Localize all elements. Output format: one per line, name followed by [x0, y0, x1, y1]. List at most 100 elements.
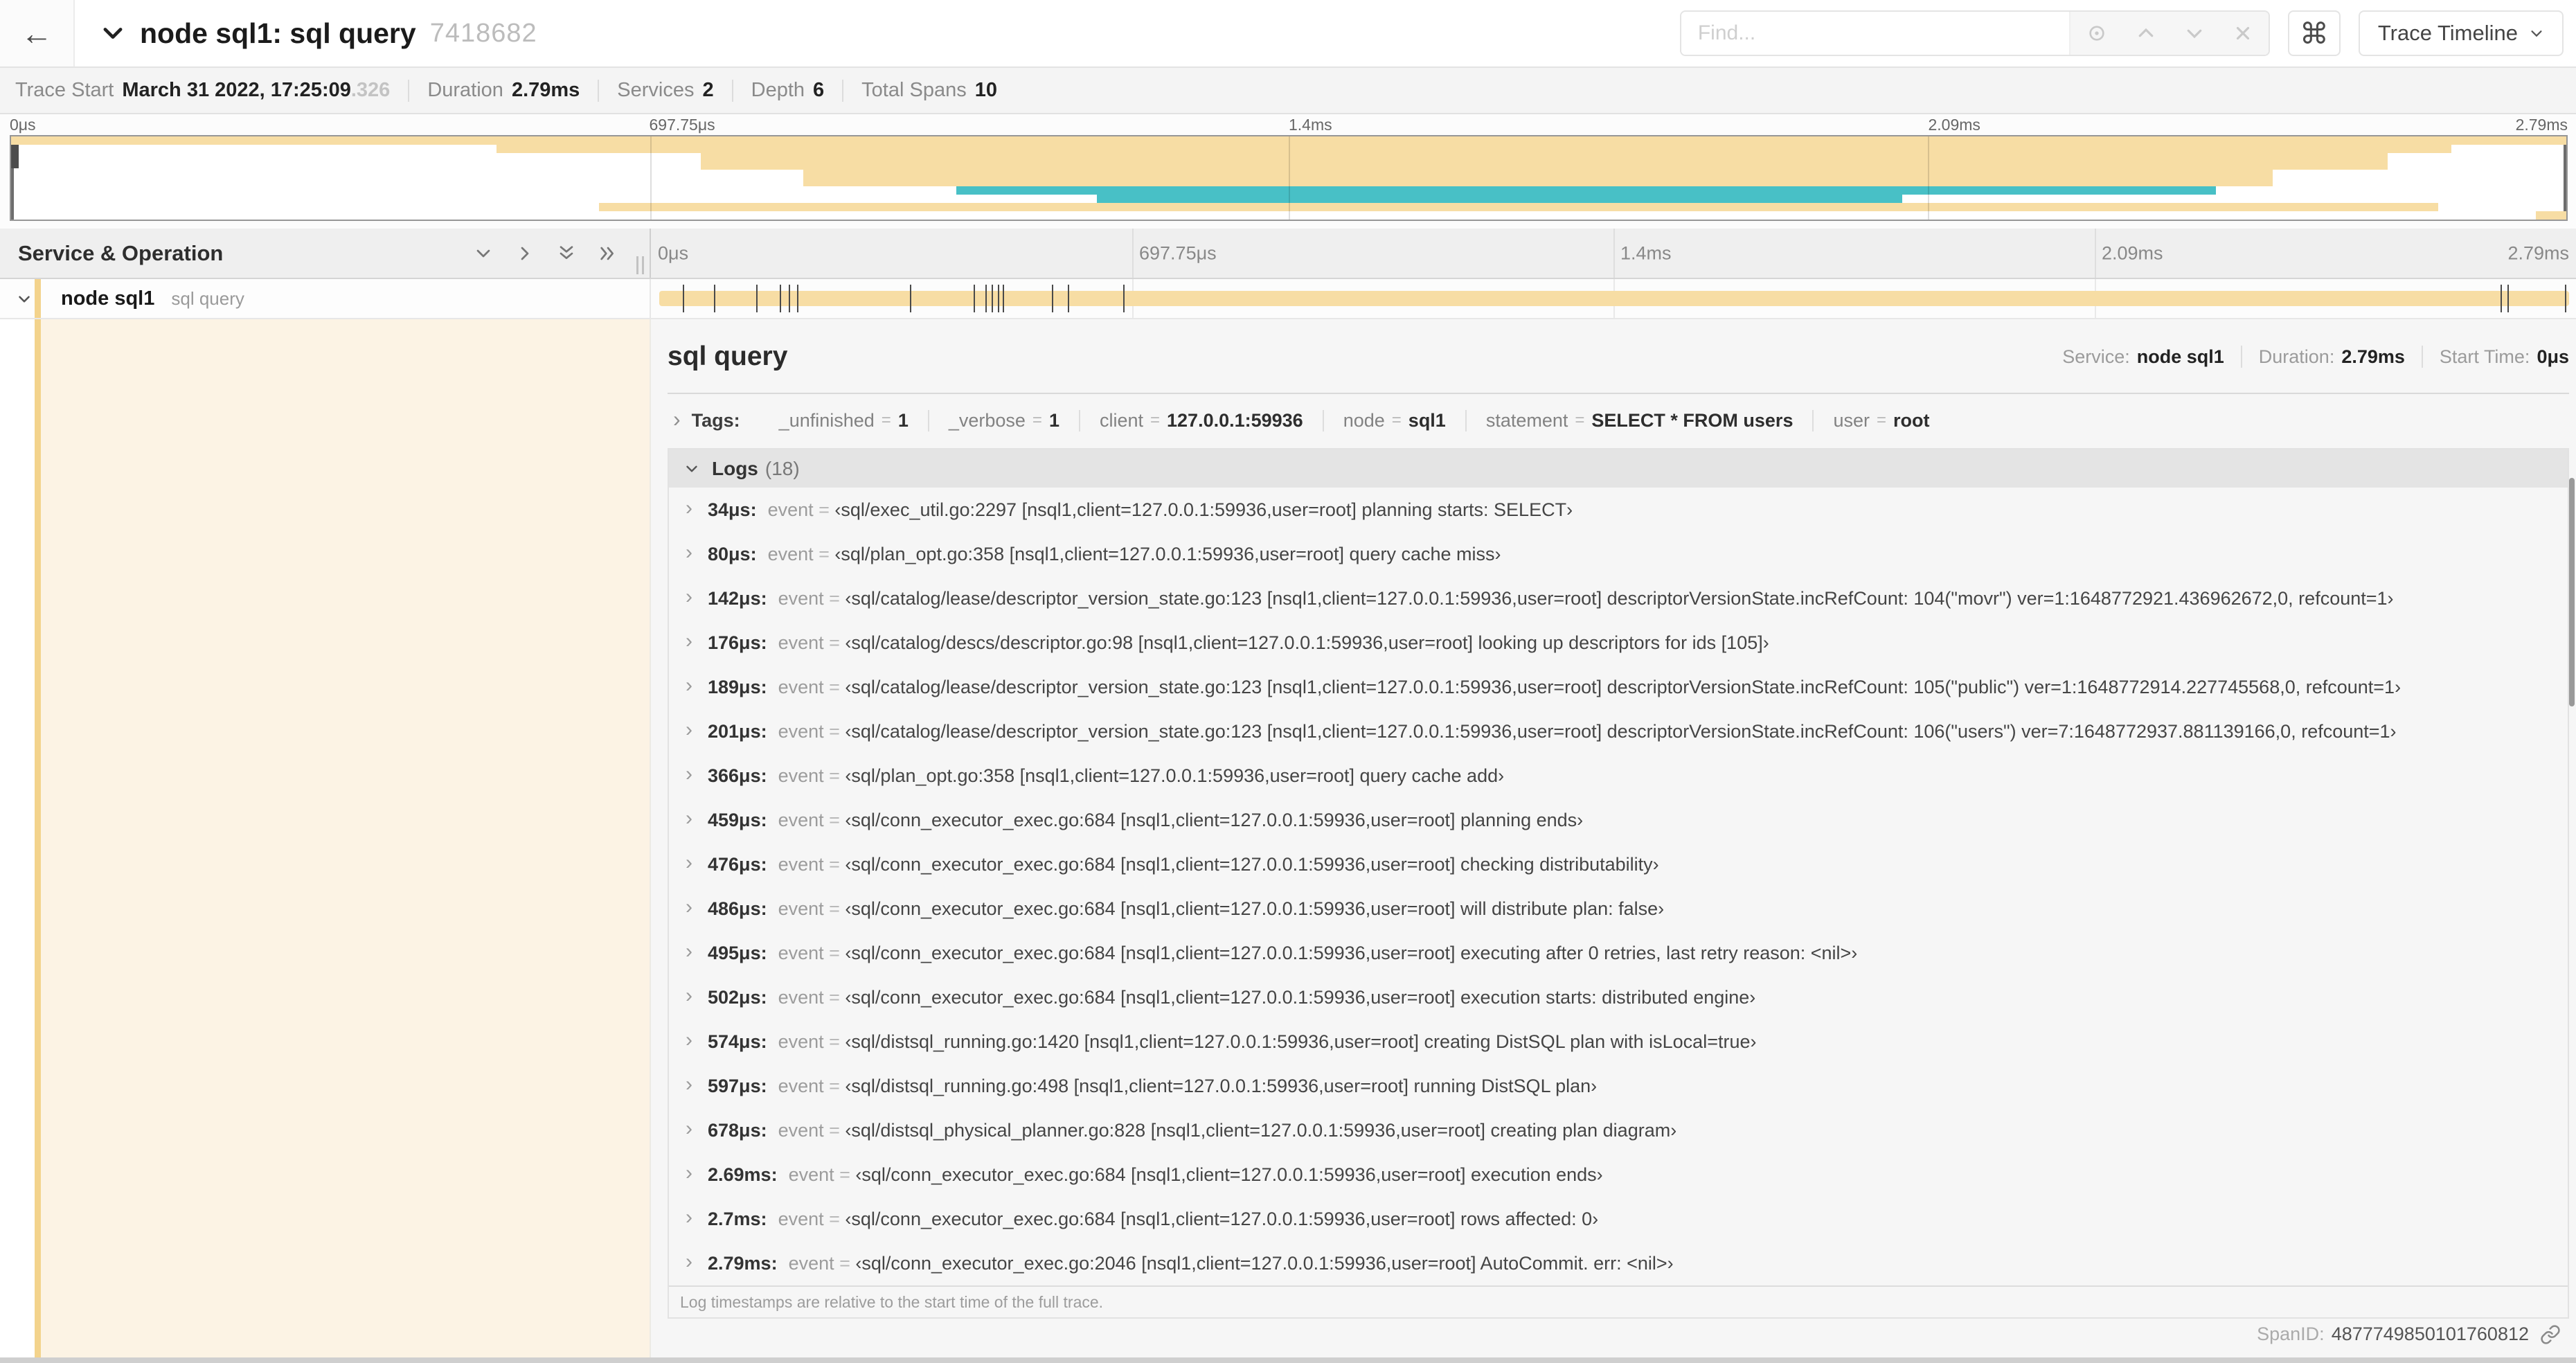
- log-field-value: ‹sql/conn_executor_exec.go:684 [nsql1,cl…: [845, 942, 1858, 963]
- log-row[interactable]: › 486μs: event = ‹sql/conn_executor_exec.g…: [669, 887, 2568, 931]
- log-row[interactable]: › 80μs: event = ‹sql/plan_opt.go:358 [nsql…: [669, 532, 2568, 576]
- find-input[interactable]: [1681, 12, 2069, 55]
- log-row[interactable]: › 366μs: event = ‹sql/plan_opt.go:358 [nsq…: [669, 754, 2568, 798]
- minimap-span-bar: [803, 170, 2273, 178]
- log-field-key: event: [778, 720, 824, 742]
- duration-stat-label: Duration:: [2258, 346, 2335, 367]
- logs-header[interactable]: Logs (18): [669, 449, 2568, 488]
- log-marker-tick: [2501, 285, 2503, 312]
- app-header: ← node sql1: sql query 7418682 Find... ⌘…: [0, 0, 2576, 68]
- chevron-right-icon: ›: [686, 585, 692, 608]
- chevron-right-icon: ›: [686, 1250, 692, 1273]
- log-field-value: ‹sql/conn_executor_exec.go:684 [nsql1,cl…: [845, 853, 1659, 875]
- divider: [2240, 346, 2242, 368]
- chevron-right-icon: ›: [686, 718, 692, 741]
- log-row[interactable]: › 201μs: event = ‹sql/catalog/lease/descri…: [669, 709, 2568, 754]
- log-field-key: event: [767, 499, 814, 520]
- log-field-value: ‹sql/plan_opt.go:358 [nsql1,client=127.0…: [834, 543, 1501, 564]
- span-row: node sql1 sql query: [0, 279, 2576, 319]
- close-icon[interactable]: [2233, 23, 2253, 44]
- log-field-equals: =: [823, 1075, 846, 1096]
- span-detail-card: sql query Service: node sql1 Duration: 2…: [668, 332, 2569, 1319]
- log-row[interactable]: › 2.69ms: event = ‹sql/conn_executor_exec.…: [669, 1152, 2568, 1197]
- back-arrow-icon: ←: [21, 15, 53, 51]
- log-row[interactable]: › 574μs: event = ‹sql/distsql_running.go:1…: [669, 1019, 2568, 1064]
- span-duration-bar[interactable]: [659, 285, 2569, 312]
- log-field-key: event: [778, 587, 824, 609]
- log-marker-tick: [1003, 285, 1005, 312]
- chevron-right-icon: ›: [686, 1117, 692, 1140]
- log-event-text: event = ‹sql/distsql_physical_planner.go…: [778, 1120, 1677, 1141]
- duration-stat-value: 2.79ms: [2341, 346, 2405, 367]
- log-event-text: event = ‹sql/conn_executor_exec.go:684 […: [778, 1209, 1599, 1230]
- minimap-span-bar: [497, 145, 2451, 153]
- trace-title-group[interactable]: node sql1: sql query 7418682: [100, 17, 537, 50]
- log-row[interactable]: › 678μs: event = ‹sql/distsql_physical_pla…: [669, 1108, 2568, 1152]
- log-marker-tick: [756, 285, 758, 312]
- divider: [842, 79, 844, 102]
- log-row[interactable]: › 502μs: event = ‹sql/conn_executor_exec.g…: [669, 975, 2568, 1019]
- tags-summary-row[interactable]: › Tags: _unfinished = 1 _verbose = 1 client = 12…: [668, 401, 2569, 440]
- minimap-span-bar: [598, 203, 2439, 211]
- link-icon[interactable]: [2540, 1324, 2561, 1345]
- log-field-key: event: [778, 1031, 824, 1052]
- column-resize-handle[interactable]: [636, 256, 644, 274]
- log-row[interactable]: › 2.7ms: event = ‹sql/conn_executor_exec.g…: [669, 1197, 2568, 1241]
- log-event-text: event = ‹sql/catalog/lease/descriptor_ve…: [778, 588, 2394, 609]
- chevron-right-icon: ›: [673, 406, 681, 431]
- span-id-label: SpanID:: [2257, 1324, 2325, 1344]
- log-row[interactable]: › 176μs: event = ‹sql/catalog/descs/descri…: [669, 621, 2568, 665]
- duration-value: 2.79ms: [511, 79, 580, 101]
- collapse-one-icon[interactable]: [472, 242, 494, 265]
- header-actions: ⌘ Trace Timeline: [1679, 10, 2564, 56]
- span-operation-name: sql query: [171, 287, 244, 309]
- log-row[interactable]: › 142μs: event = ‹sql/catalog/lease/descri…: [669, 576, 2568, 621]
- log-field-equals: =: [834, 1164, 856, 1185]
- span-timeline-cell: [651, 279, 2576, 319]
- log-timestamp: 34μs:: [708, 499, 757, 520]
- keyboard-shortcuts-button[interactable]: ⌘: [2287, 10, 2341, 56]
- chevron-down-icon[interactable]: [2184, 23, 2205, 44]
- log-timestamp: 495μs:: [708, 942, 767, 963]
- log-row[interactable]: › 476μs: event = ‹sql/conn_executor_exec.g…: [669, 842, 2568, 887]
- expand-all-icon[interactable]: [597, 242, 619, 265]
- log-row[interactable]: › 459μs: event = ‹sql/conn_executor_exec.g…: [669, 798, 2568, 842]
- logs-count: (18): [764, 457, 800, 479]
- log-event-text: event = ‹sql/conn_executor_exec.go:684 […: [778, 854, 1659, 875]
- vertical-scrollbar-thumb[interactable]: [2569, 478, 2575, 706]
- locate-icon[interactable]: [2086, 22, 2108, 44]
- log-field-key: event: [778, 809, 824, 830]
- total-spans-value: 10: [974, 79, 997, 101]
- log-row[interactable]: › 189μs: event = ‹sql/catalog/lease/descri…: [669, 665, 2568, 709]
- minimap-right-scrubber[interactable]: [2564, 136, 2566, 220]
- collapse-all-icon[interactable]: [555, 242, 578, 265]
- log-field-equals: =: [823, 676, 846, 697]
- view-selector-button[interactable]: Trace Timeline: [2358, 10, 2564, 56]
- tag-value: root: [1893, 409, 1930, 431]
- minimap-canvas[interactable]: [10, 135, 2568, 221]
- expand-one-icon[interactable]: [514, 242, 536, 265]
- log-event-text: event = ‹sql/conn_executor_exec.go:2046 …: [789, 1253, 1674, 1274]
- log-row[interactable]: › 2.79ms: event = ‹sql/conn_executor_exec.…: [669, 1241, 2568, 1285]
- log-event-text: event = ‹sql/catalog/lease/descriptor_ve…: [778, 677, 2401, 698]
- tag-item: user = root: [1812, 409, 1949, 431]
- tags-list: _unfinished = 1 _verbose = 1 client = 127.0.0.1:…: [760, 409, 1949, 431]
- log-row[interactable]: › 597μs: event = ‹sql/distsql_running.go:4…: [669, 1064, 2568, 1108]
- log-row[interactable]: › 495μs: event = ‹sql/conn_executor_exec.g…: [669, 931, 2568, 975]
- log-timestamp: 502μs:: [708, 986, 767, 1008]
- chevron-up-icon[interactable]: [2136, 23, 2156, 44]
- divider: [731, 79, 733, 102]
- tag-key: _unfinished: [778, 409, 875, 431]
- log-field-value: ‹sql/exec_util.go:2297 [nsql1,client=127…: [834, 499, 1573, 520]
- back-button[interactable]: ←: [0, 0, 75, 66]
- span-color-stripe: [35, 279, 41, 318]
- start-time-stat-label: Start Time:: [2439, 346, 2530, 367]
- chevron-down-icon[interactable]: [15, 290, 33, 308]
- log-event-text: event = ‹sql/conn_executor_exec.go:684 […: [789, 1164, 1603, 1186]
- log-field-key: event: [778, 676, 824, 697]
- tag-key: _verbose: [948, 409, 1026, 431]
- log-field-equals: =: [823, 942, 846, 963]
- log-row[interactable]: › 34μs: event = ‹sql/exec_util.go:2297 [ns…: [669, 488, 2568, 532]
- detail-stats: Service: node sql1 Duration: 2.79ms Star…: [2062, 346, 2569, 368]
- span-name-cell[interactable]: node sql1 sql query: [0, 279, 651, 319]
